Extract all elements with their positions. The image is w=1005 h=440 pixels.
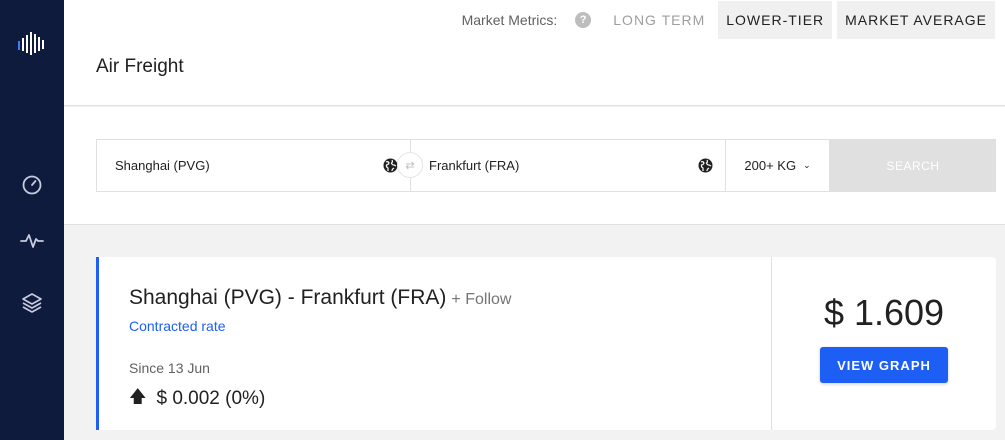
search-panel: Shanghai (PVG) ⇄ Frankfurt (FRA) 200+ KG… [64, 107, 1005, 225]
weight-value: 200+ KG [744, 158, 797, 173]
long-term-button[interactable]: LONG TERM [605, 1, 713, 39]
view-graph-button[interactable]: VIEW GRAPH [820, 347, 948, 383]
market-metrics-bar: Market Metrics: ? LONG TERM LOWER-TIER M… [462, 1, 995, 39]
speedometer-icon[interactable] [19, 172, 45, 198]
origin-field[interactable]: Shanghai (PVG) [97, 140, 411, 191]
globe-icon[interactable] [383, 158, 398, 173]
destination-field[interactable]: Frankfurt (FRA) [411, 140, 726, 191]
swap-route-button[interactable]: ⇄ [397, 152, 423, 178]
globe-icon[interactable] [698, 158, 713, 173]
weight-select[interactable]: 200+ KG ⌄ [726, 140, 830, 191]
sidebar [0, 0, 64, 440]
market-metrics-label: Market Metrics: [461, 12, 558, 28]
layers-icon[interactable] [19, 290, 45, 316]
route-title: Shanghai (PVG) - Frankfurt (FRA) + Follow [129, 286, 511, 310]
activity-icon[interactable] [19, 228, 45, 254]
price-change: 🡅 $ 0.002 (0%) [129, 384, 265, 413]
page-title: Air Freight [96, 56, 184, 77]
chevron-down-icon: ⌄ [803, 160, 811, 170]
arrow-up-icon: 🡅 [129, 387, 147, 406]
follow-button[interactable]: + Follow [451, 291, 511, 308]
since-label: Since 13 Jun [129, 360, 210, 376]
price-change-value: $ 0.002 (0%) [156, 387, 266, 409]
market-average-button[interactable]: MARKET AVERAGE [837, 1, 995, 39]
logo-icon[interactable] [17, 32, 47, 56]
rate-card: Shanghai (PVG) - Frankfurt (FRA) + Follow… [96, 257, 996, 430]
lower-tier-button[interactable]: LOWER-TIER [718, 1, 833, 39]
help-icon[interactable]: ? [575, 12, 592, 28]
header: Market Metrics: ? LONG TERM LOWER-TIER M… [64, 0, 1005, 106]
price-value: $ 1.609 [823, 292, 945, 333]
origin-value: Shanghai (PVG) [115, 158, 210, 173]
route-name: Shanghai (PVG) - Frankfurt (FRA) [129, 286, 447, 309]
rate-type-link[interactable]: Contracted rate [129, 318, 226, 334]
destination-value: Frankfurt (FRA) [429, 158, 520, 173]
search-button[interactable]: SEARCH [830, 139, 996, 192]
rate-card-details: Shanghai (PVG) - Frankfurt (FRA) + Follow… [99, 257, 772, 430]
